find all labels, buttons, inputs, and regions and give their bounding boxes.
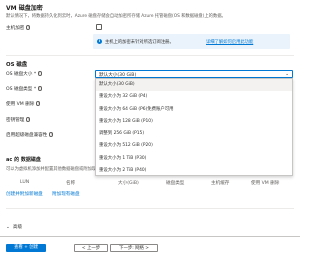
info-icon[interactable]: i — [35, 101, 41, 106]
dropdown-option[interactable]: 调整到 256 GiB (P15) — [96, 128, 292, 140]
column-header: 主机缓存 — [211, 181, 230, 186]
review-create-button[interactable]: 查看 + 创建 — [6, 244, 46, 252]
host-encryption-label: 主机加密 i — [6, 25, 31, 31]
dropdown-option[interactable]: 重设大小为 32 GiB (P4) — [96, 91, 292, 103]
column-header: 使用 VM 删除 — [251, 181, 280, 186]
advanced-expander[interactable]: ⌄ 高级 — [6, 224, 22, 230]
dropdown-option[interactable]: 重设大小为 128 GiB (P10) — [96, 116, 292, 128]
ultra-disk-label-text: 启用超级磁盘兼容性 — [6, 133, 48, 138]
info-icon[interactable]: i — [37, 86, 43, 91]
column-header: 大小(GiB) — [118, 181, 139, 186]
column-header: 名称 — [66, 181, 76, 186]
column-header: 磁盘类型 — [166, 181, 185, 186]
ultra-disk-label: 启用超级磁盘兼容性 i — [6, 132, 54, 138]
os-disk-title: OS 磁盘 — [6, 62, 28, 68]
next-button[interactable]: 下一步: 网络 > — [110, 244, 158, 252]
data-disks-table-header: LUN 名称 大小(GiB) 磁盘类型 主机缓存 使用 VM 删除 — [6, 180, 293, 186]
os-disk-size-label-text: OS 磁盘大小 * — [6, 72, 37, 77]
info-banner-text: 主机上的加密未针对所选订阅注册。 — [105, 40, 174, 45]
column-header: LUN — [20, 180, 30, 185]
advanced-label: 高级 — [12, 225, 23, 230]
info-circle-icon: i — [97, 38, 102, 44]
os-disk-type-label-text: OS 磁盘类型 * — [6, 87, 37, 92]
attach-existing-disk-link[interactable]: 附加现有磁盘 — [52, 191, 80, 197]
key-management-label-text: 密钥管理 — [6, 118, 25, 123]
chevron-down-icon: ⌄ — [285, 71, 289, 77]
divider — [6, 208, 294, 209]
dropdown-option[interactable]: 默认大小(30 GiB) — [96, 79, 292, 92]
dropdown-option[interactable]: 重设大小为 512 GiB (P20) — [96, 140, 292, 152]
dropdown-option[interactable]: 重设大小为 64 GiB (P6)免费账户可用 — [96, 104, 292, 116]
page-description: 默认情况下，将数据持久化到云时，Azure 磁盘存储会自动加密所存储 Azure… — [6, 14, 226, 19]
info-icon[interactable]: i — [37, 71, 43, 76]
host-encryption-checkbox[interactable] — [96, 24, 102, 30]
info-icon[interactable]: i — [25, 25, 31, 30]
os-disk-size-select[interactable]: 默认大小(30 GiB) ⌄ — [95, 70, 293, 78]
delete-with-vm-label: 使用 VM 删除 i — [6, 101, 41, 107]
create-attach-disk-link[interactable]: 创建并附加新磁盘 — [6, 191, 43, 197]
os-disk-size-label: OS 磁盘大小 * i — [6, 71, 43, 77]
info-icon[interactable]: i — [25, 117, 31, 122]
dropdown-option[interactable]: 重设大小为 1 TiB (P30) — [96, 153, 292, 165]
delete-with-vm-label-text: 使用 VM 删除 — [6, 102, 35, 107]
key-management-label: 密钥管理 i — [6, 117, 31, 123]
info-banner-link[interactable]: 详细了解如何启用此功能 — [206, 39, 253, 45]
os-disk-type-label: OS 磁盘类型 * i — [6, 86, 43, 92]
data-disks-title: ac 的 数据磁盘 — [6, 157, 41, 163]
chevron-down-icon: ⌄ — [6, 225, 10, 230]
previous-button[interactable]: < 上一步 — [74, 244, 108, 252]
footer-divider — [0, 236, 300, 237]
host-encryption-label-text: 主机加密 — [6, 26, 25, 31]
os-disk-size-dropdown: 默认大小(30 GiB) 重设大小为 32 GiB (P4) 重设大小为 64 Gi… — [95, 78, 293, 176]
info-banner: i 主机上的加密未针对所选订阅注册。 详细了解如何启用此功能 — [93, 34, 290, 49]
dropdown-option[interactable]: 重设大小为 2 TiB (P40) — [96, 165, 292, 177]
page-title: VM 磁盘加密 — [6, 5, 43, 12]
info-icon[interactable]: i — [48, 132, 54, 137]
divider — [6, 55, 294, 56]
